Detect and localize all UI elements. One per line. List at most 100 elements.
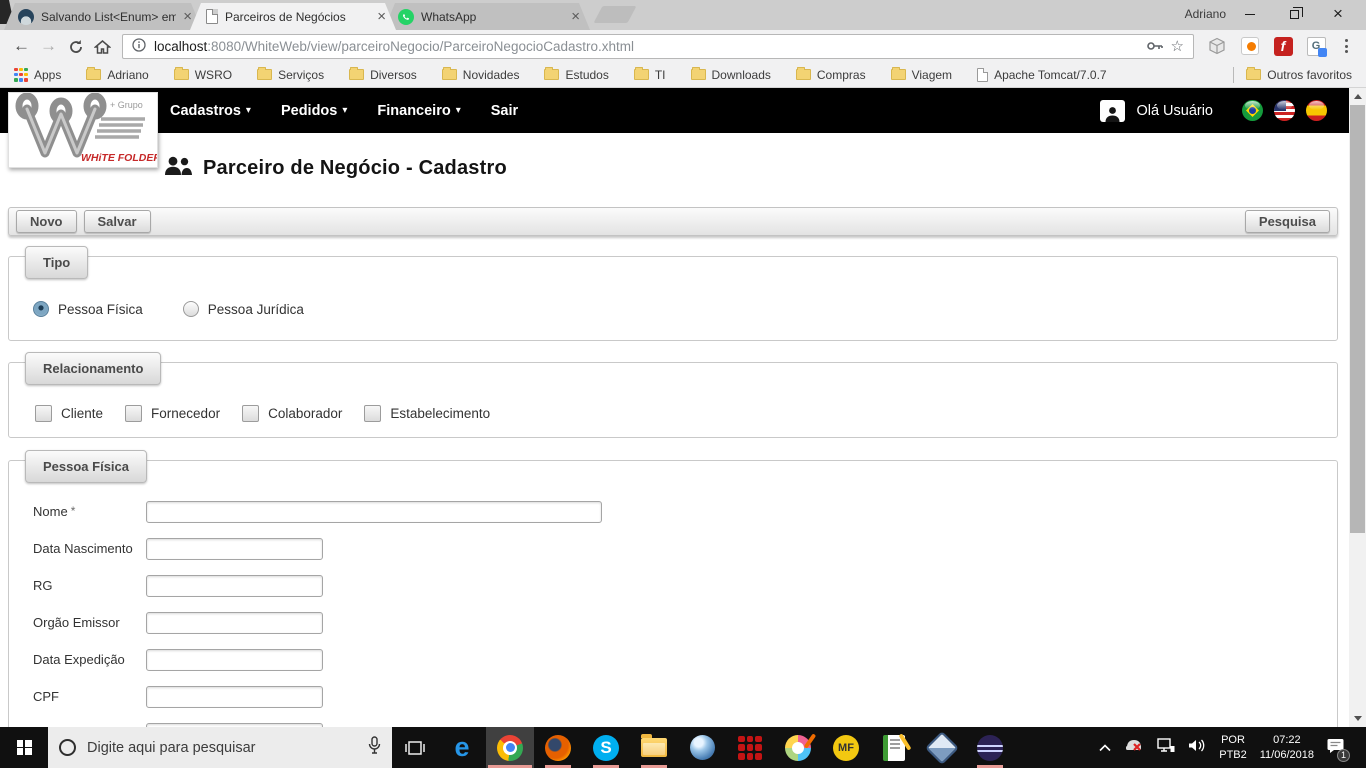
data-expedicao-input[interactable]: [146, 648, 323, 671]
bookmark-folder[interactable]: Serviços: [257, 67, 324, 82]
key-icon[interactable]: [1146, 39, 1163, 54]
url-text[interactable]: localhost:8080/WhiteWeb/view/parceiroNeg…: [154, 39, 1139, 54]
volume-icon[interactable]: [1188, 738, 1206, 758]
taskbar-mf-app[interactable]: MF: [822, 727, 870, 768]
start-button[interactable]: [0, 727, 48, 768]
bookmark-outros-favoritos[interactable]: Outros favoritos: [1246, 67, 1352, 82]
orgao-emissor-input[interactable]: [146, 611, 323, 634]
radio-pessoa-juridica[interactable]: Pessoa Jurídica: [182, 301, 304, 317]
task-view-button[interactable]: [392, 727, 438, 768]
close-icon[interactable]: ×: [183, 9, 192, 24]
checkbox-fornecedor[interactable]: Fornecedor: [125, 405, 220, 422]
taskbar-firefox[interactable]: [534, 727, 582, 768]
fieldset-tipo-legend[interactable]: Tipo: [25, 246, 89, 279]
taskbar-paint[interactable]: [774, 727, 822, 768]
minimize-button[interactable]: [1228, 0, 1272, 28]
nav-cadastros[interactable]: Cadastros ▾: [170, 103, 251, 119]
scrollbar-thumb[interactable]: [1350, 105, 1365, 533]
bookmark-folder[interactable]: Estudos: [544, 67, 609, 82]
taskbar-notes-app[interactable]: [870, 727, 918, 768]
bookmark-folder[interactable]: Adriano: [86, 67, 149, 82]
rg-input[interactable]: [146, 574, 323, 597]
nome-input[interactable]: [146, 500, 602, 523]
checkbox-cliente[interactable]: Cliente: [35, 405, 103, 422]
window-close-button[interactable]: ×: [1316, 0, 1360, 28]
radio-pessoa-fisica[interactable]: Pessoa Física: [33, 301, 143, 317]
taskbar-browser-globe[interactable]: [678, 727, 726, 768]
tab-whatsapp[interactable]: WhatsApp ×: [384, 3, 590, 30]
back-icon[interactable]: ←: [8, 36, 35, 56]
taskbar-edge[interactable]: e: [438, 727, 486, 768]
checkbox-icon[interactable]: [242, 405, 260, 422]
data-nascimento-input[interactable]: [146, 537, 323, 560]
flag-brazil-icon[interactable]: [1242, 100, 1263, 121]
apps-grid-icon: [14, 67, 28, 82]
bookmark-folder[interactable]: Novidades: [441, 67, 519, 82]
restore-button[interactable]: [1272, 0, 1316, 28]
taskbar-search[interactable]: [48, 727, 392, 768]
bookmark-folder[interactable]: Diversos: [349, 67, 417, 82]
device-error-icon[interactable]: [1124, 737, 1144, 758]
nav-sair[interactable]: Sair: [491, 103, 518, 119]
close-icon[interactable]: ×: [377, 9, 386, 24]
bookmark-star-icon[interactable]: ☆: [1171, 39, 1184, 54]
taskbar-skype[interactable]: S: [582, 727, 630, 768]
flash-extension-icon[interactable]: f: [1272, 35, 1294, 57]
bookmark-apache-tomcat[interactable]: Apache Tomcat/7.0.7: [977, 67, 1107, 82]
search-input[interactable]: [87, 739, 357, 756]
translate-extension-icon[interactable]: G: [1305, 35, 1327, 57]
chrome-profile-name[interactable]: Adriano: [1185, 7, 1226, 21]
nav-pedidos[interactable]: Pedidos ▾: [281, 103, 347, 119]
salvar-button[interactable]: Salvar: [83, 210, 151, 233]
taskbar-file-explorer[interactable]: [630, 727, 678, 768]
home-icon[interactable]: [89, 36, 116, 56]
checkbox-icon[interactable]: [125, 405, 143, 422]
bookmark-folder[interactable]: WSRO: [173, 67, 232, 82]
new-tab-button[interactable]: [593, 6, 637, 23]
reload-icon[interactable]: [62, 36, 89, 56]
taskbar-red-grid-app[interactable]: [726, 727, 774, 768]
onetab-extension-icon[interactable]: [1239, 35, 1261, 57]
flag-usa-icon[interactable]: [1274, 100, 1295, 121]
scrollbar-down-arrow[interactable]: [1349, 710, 1366, 727]
checkbox-colaborador[interactable]: Colaborador: [242, 405, 342, 422]
tab-salvando-list-enum[interactable]: Salvando List<Enum> em ×: [4, 3, 202, 30]
taskbar-chrome[interactable]: [486, 727, 534, 768]
microphone-icon[interactable]: [368, 736, 381, 759]
bookmark-folder[interactable]: TI: [633, 67, 666, 82]
clock[interactable]: 07:22 11/06/2018: [1260, 733, 1314, 763]
network-icon[interactable]: [1157, 737, 1175, 758]
cortana-icon[interactable]: [59, 739, 76, 756]
action-center-button[interactable]: 1: [1327, 738, 1350, 762]
tab-parceiros-de-negocios[interactable]: Parceiros de Negócios ×: [190, 3, 396, 30]
bookmark-folder[interactable]: Viagem: [890, 67, 952, 82]
nav-financeiro[interactable]: Financeiro ▾: [377, 103, 460, 119]
novo-button[interactable]: Novo: [16, 210, 77, 233]
pesquisa-button[interactable]: Pesquisa: [1244, 210, 1330, 233]
checkbox-icon[interactable]: [35, 405, 52, 422]
info-icon[interactable]: [132, 37, 146, 55]
scrollbar-up-arrow[interactable]: [1349, 88, 1366, 105]
bookmark-folder[interactable]: Downloads: [690, 67, 771, 82]
radio-selected-icon[interactable]: [33, 301, 49, 317]
taskbar-virtualbox[interactable]: [918, 727, 966, 768]
close-icon[interactable]: ×: [571, 9, 580, 24]
bookmark-label: Compras: [816, 67, 866, 82]
page-scrollbar[interactable]: [1349, 88, 1366, 727]
bookmark-folder[interactable]: Compras: [795, 67, 866, 82]
flag-spain-icon[interactable]: [1306, 100, 1327, 121]
language-indicator[interactable]: POR PTB2: [1219, 733, 1247, 763]
fieldset-pessoa-fisica-legend[interactable]: Pessoa Física: [25, 450, 147, 483]
skype-icon: S: [593, 734, 619, 761]
fieldset-relacionamento-legend[interactable]: Relacionamento: [25, 352, 162, 385]
chrome-menu-icon[interactable]: [1338, 39, 1354, 53]
taskbar-eclipse[interactable]: [966, 727, 1014, 768]
checkbox-estabelecimento[interactable]: Estabelecimento: [364, 405, 490, 422]
address-bar[interactable]: localhost:8080/WhiteWeb/view/parceiroNeg…: [122, 33, 1194, 59]
bookmark-apps[interactable]: Apps: [14, 67, 61, 82]
checkbox-icon[interactable]: [364, 405, 382, 422]
cpf-input[interactable]: [146, 685, 323, 708]
tray-chevron-up-icon[interactable]: [1099, 739, 1111, 757]
radio-unselected-icon[interactable]: [182, 301, 199, 317]
cube-extension-icon[interactable]: [1206, 35, 1228, 57]
